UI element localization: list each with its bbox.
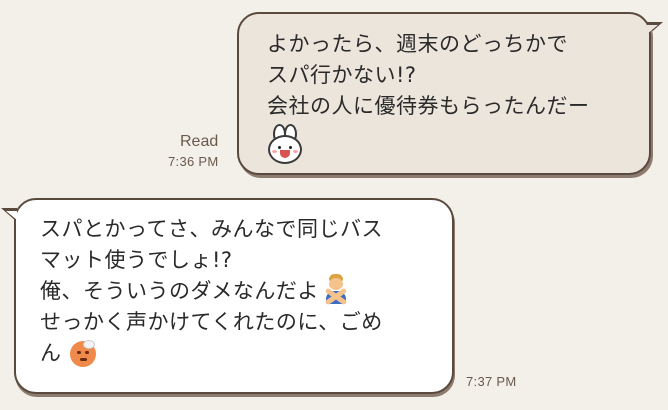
message-line: よかったら、週末のどっちかで [267, 32, 568, 56]
incoming-timestamp: 7:37 PM [466, 374, 517, 389]
message-text: ん [40, 341, 62, 365]
incoming-message-bubble[interactable]: スパとかってさ、みんなで同じバス マット使うでしょ!? 俺、そういうのダメなんだ… [14, 198, 454, 394]
person-gesturing-no-icon [321, 274, 351, 306]
outgoing-message-bubble[interactable]: よかったら、週末のどっちかで スパ行かない!? 会社の人に優待券もらったんだー [237, 12, 651, 175]
outgoing-bubble-tail-fill [647, 25, 658, 34]
message-line-with-emoji: ん [40, 338, 434, 369]
message-line: マット使うでしょ!? [40, 248, 233, 272]
outgoing-timestamp: 7:36 PM [168, 154, 219, 169]
message-line-with-emoji: 俺、そういうのダメなんだよ [40, 274, 434, 307]
message-line: スパ行かない!? [267, 63, 417, 87]
message-line: せっかく声かけてくれたのに、ごめ [40, 310, 383, 334]
bunny-emoji-icon [267, 124, 302, 164]
hot-face-icon [69, 340, 97, 368]
message-line: スパとかってさ、みんなで同じバス [40, 217, 383, 241]
read-receipt: Read [180, 133, 219, 150]
incoming-bubble-tail-fill [6, 211, 17, 220]
message-line: 会社の人に優待券もらったんだー [267, 94, 590, 118]
message-text: 俺、そういうのダメなんだよ [40, 279, 319, 303]
